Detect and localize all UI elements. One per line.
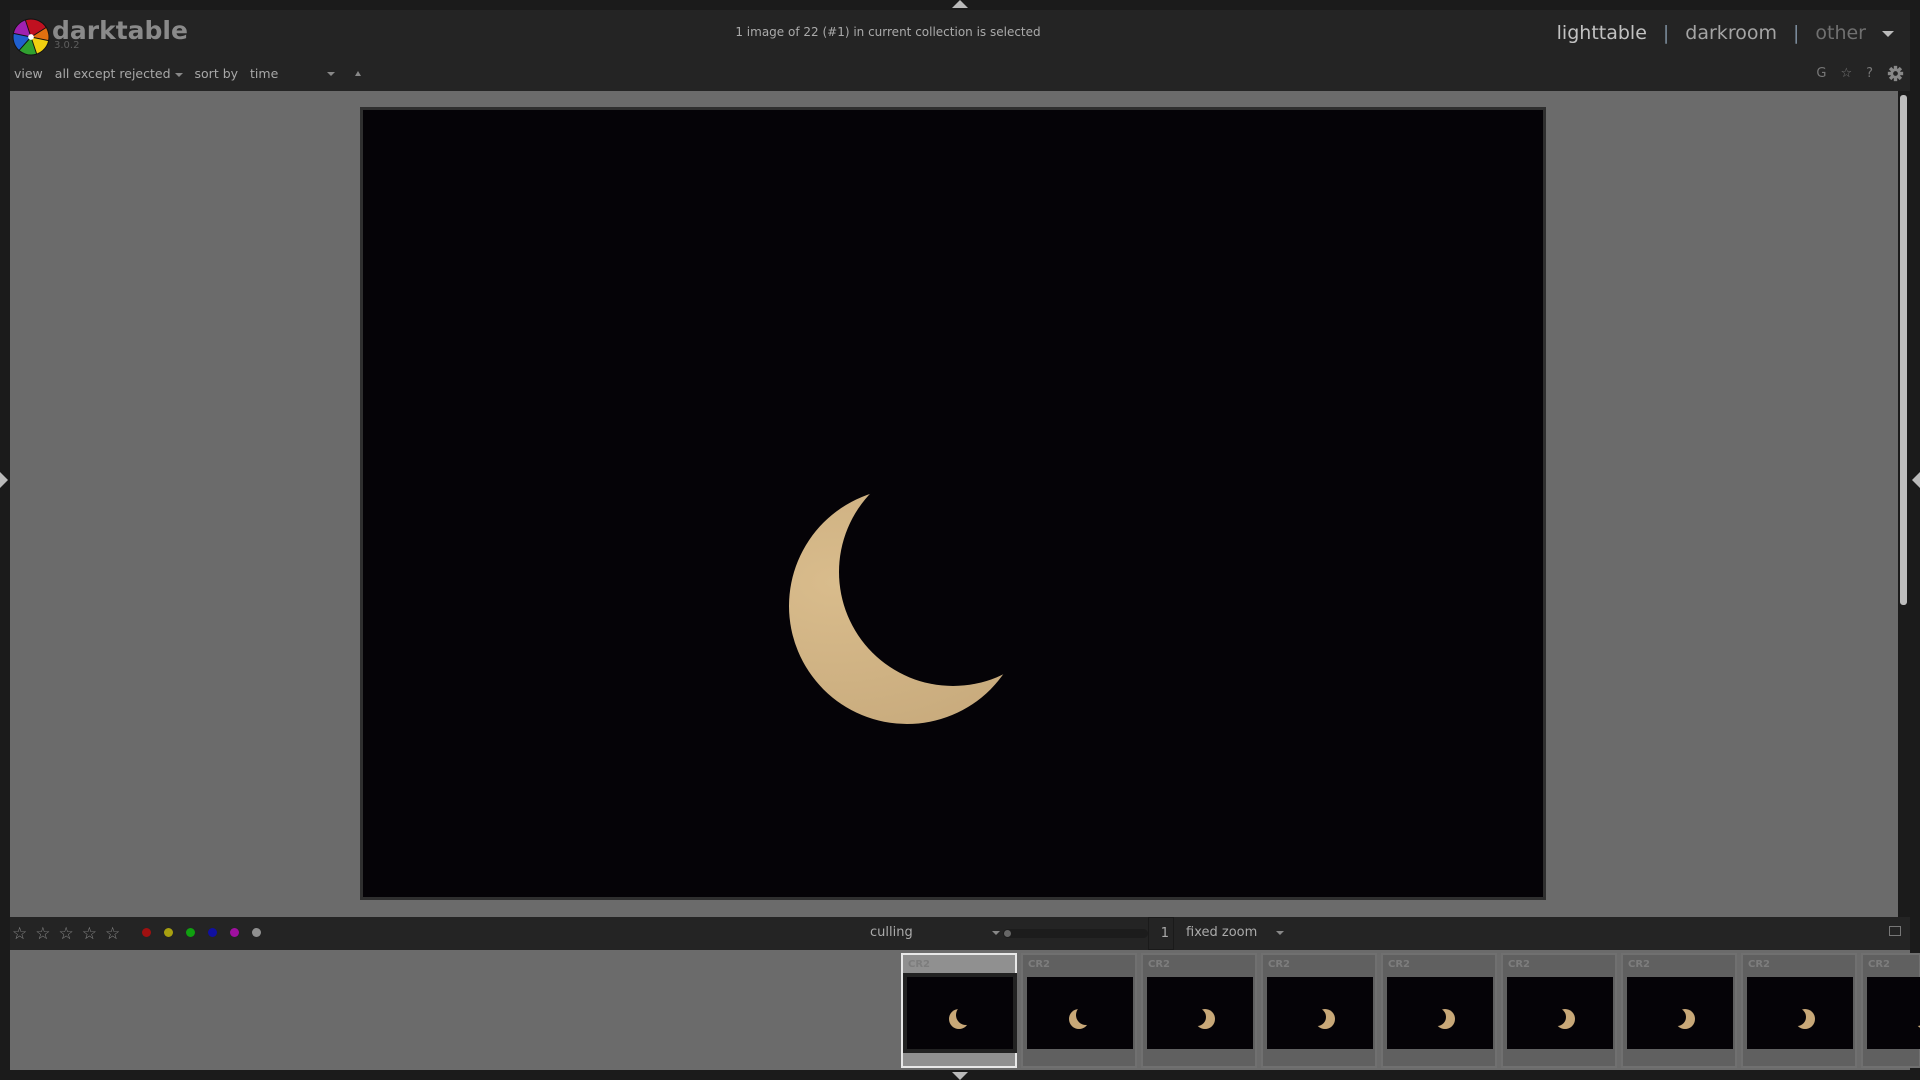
color-label-2[interactable] [186,928,195,937]
filmstrip-thumbnail[interactable]: CR2 [1261,953,1377,1068]
filmstrip-thumbnail[interactable]: CR2 [1741,953,1857,1068]
zoom-slider[interactable] [1003,929,1148,938]
thumbnail-image [1627,977,1733,1049]
layout-dropdown[interactable]: culling [870,925,913,940]
filter-bar: view all except rejected sort by time [14,66,362,81]
moon-crescent [363,110,1543,897]
file-format: CR2 [1148,959,1170,970]
chevron-down-icon[interactable] [992,931,1000,935]
sort-label: sort by [194,66,239,81]
thumbnail-image [1147,977,1253,1049]
filmstrip-thumbnail[interactable]: CR2 [1141,953,1257,1068]
file-format: CR2 [908,959,930,970]
star-rating-2[interactable]: ☆ [35,924,50,944]
color-label-0[interactable] [142,928,151,937]
chevron-down-icon [327,72,336,76]
thumbnail-image [903,973,1017,1053]
moon-mark [1867,977,1920,1049]
color-label-1[interactable] [164,928,173,937]
thumbnail-image [1267,977,1373,1049]
expand-left-arrow-icon[interactable] [0,472,8,488]
moon-mark [1027,977,1133,1049]
chevron-down-icon[interactable] [1276,931,1284,935]
zoom-value-input[interactable]: 1 [1148,917,1174,950]
help-button[interactable]: ? [1866,66,1873,81]
sort-order-icon[interactable] [355,71,362,76]
filmstrip-thumbnail[interactable]: CR2 [901,953,1017,1068]
separator: | [1792,22,1800,44]
file-format: CR2 [1268,959,1290,970]
filmstrip-thumbnail[interactable]: CR2 [1021,953,1137,1068]
rating-stars: ☆ ☆ ☆ ☆ ☆ [12,924,120,944]
file-format: CR2 [1628,959,1650,970]
thumbnail-image [1507,977,1613,1049]
collapse-top-arrow-icon[interactable] [952,0,968,8]
main-image[interactable] [360,107,1546,900]
moon-mark [1387,977,1493,1049]
filmstrip-thumbnail[interactable]: CR2 [1501,953,1617,1068]
views-menu-dropdown-icon[interactable] [1882,31,1894,37]
moon-mark [907,977,1013,1049]
gear-icon[interactable] [1887,65,1904,82]
selection-status: 1 image of 22 (#1) in current collection… [735,25,1041,39]
view-darkroom[interactable]: darkroom [1685,22,1777,44]
file-format: CR2 [1868,959,1890,970]
view-filter-dropdown[interactable]: all except rejected [55,66,183,81]
star-rating-1[interactable]: ☆ [12,924,27,944]
filmstrip-thumbnail[interactable]: CR2 [1621,953,1737,1068]
top-tools: G ☆ ? [1816,65,1904,82]
chevron-down-icon [174,72,183,77]
thumbnail-image [1387,977,1493,1049]
color-label-5[interactable] [252,928,261,937]
view-lighttable[interactable]: lighttable [1557,22,1647,44]
sort-value: time [250,66,279,81]
moon-mark [1747,977,1853,1049]
thumbnail-image [1867,977,1920,1049]
app-version: 3.0.2 [54,40,80,51]
color-labels [142,928,261,937]
zoom-slider-handle[interactable] [1004,930,1011,937]
thumbnail-image [1747,977,1853,1049]
moon-mark [1627,977,1733,1049]
thumbnail-image [1027,977,1133,1049]
file-format: CR2 [1388,959,1410,970]
view-label: view [14,66,43,81]
view-switcher: lighttable | darkroom | other [1557,22,1866,44]
zoom-mode-dropdown[interactable]: fixed zoom [1186,925,1257,940]
moon-photo [363,110,1543,897]
grouping-button[interactable]: G [1816,66,1826,81]
filmstrip-thumbnail[interactable]: CR2 [1381,953,1497,1068]
separator: | [1662,22,1670,44]
sort-dropdown[interactable]: time [250,66,336,81]
star-rating-3[interactable]: ☆ [59,924,74,944]
display-profile-icon[interactable] [1889,926,1901,936]
expand-right-arrow-icon[interactable] [1912,472,1920,488]
file-format: CR2 [1748,959,1770,970]
file-format: CR2 [1508,959,1530,970]
file-format: CR2 [1028,959,1050,970]
view-other[interactable]: other [1815,22,1866,44]
filmstrip-thumbnail[interactable]: CR2 [1861,953,1920,1068]
moon-mark [1267,977,1373,1049]
bottom-toolbar [10,917,1910,950]
color-label-3[interactable] [208,928,217,937]
star-rating-5[interactable]: ☆ [105,924,120,944]
view-filter-value: all except rejected [54,66,171,81]
moon-mark [1147,977,1253,1049]
star-rating-4[interactable]: ☆ [82,924,97,944]
star-icon[interactable]: ☆ [1840,66,1852,81]
vertical-scrollbar[interactable] [1900,95,1907,605]
collapse-bottom-arrow-icon[interactable] [952,1072,968,1080]
moon-mark [1507,977,1613,1049]
color-label-4[interactable] [230,928,239,937]
